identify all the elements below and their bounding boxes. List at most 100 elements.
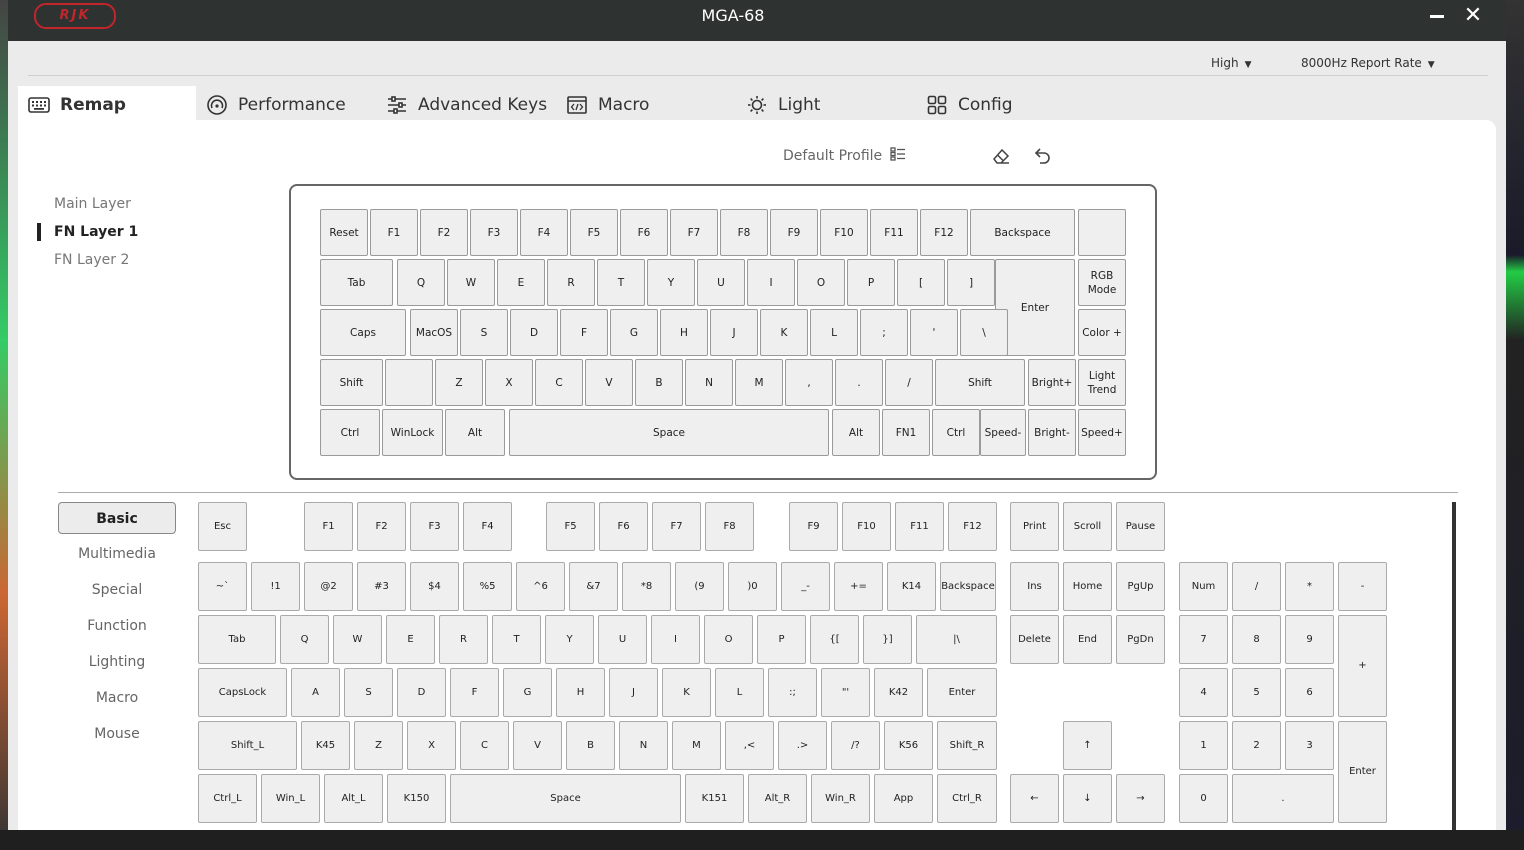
minimize-button[interactable] bbox=[1428, 6, 1448, 26]
picker-key-print-r1-13[interactable]: Print bbox=[1010, 502, 1059, 551]
picker-key-f9-r1-9[interactable]: F9 bbox=[789, 502, 838, 551]
picker-key-n-r5-7[interactable]: N bbox=[619, 721, 668, 770]
tab-advanced-keys[interactable]: Advanced Keys bbox=[386, 86, 547, 124]
upper-key-f3-r1[interactable]: F3 bbox=[470, 209, 518, 256]
upper-key-f4-r1[interactable]: F4 bbox=[520, 209, 568, 256]
picker-key-app-r6-8[interactable]: App bbox=[874, 774, 933, 823]
picker-key-k42-r4-12[interactable]: K42 bbox=[874, 668, 923, 717]
upper-key-s-r3[interactable]: S bbox=[460, 309, 508, 356]
picker-key-v-r5-5[interactable]: V bbox=[513, 721, 562, 770]
picker-key---r5-9[interactable]: ,< bbox=[725, 721, 774, 770]
tab-macro[interactable]: Macro bbox=[566, 86, 649, 124]
tab-config[interactable]: Config bbox=[926, 86, 1013, 124]
picker-key-h-r4-6[interactable]: H bbox=[556, 668, 605, 717]
upper-key-f1-r1[interactable]: F1 bbox=[370, 209, 418, 256]
upper-key-ctrl-r5[interactable]: Ctrl bbox=[320, 409, 380, 456]
eraser-button[interactable] bbox=[991, 146, 1011, 166]
close-button[interactable]: ✕ bbox=[1461, 4, 1485, 28]
tab-remap[interactable]: Remap bbox=[18, 86, 196, 124]
picker-key---r3-11[interactable]: {[ bbox=[810, 615, 859, 664]
picker-key-f-r4-4[interactable]: F bbox=[450, 668, 499, 717]
upper-key-speed--r5[interactable]: Speed+ bbox=[1078, 409, 1126, 456]
picker-key-x-r5-3[interactable]: X bbox=[407, 721, 456, 770]
picker-key-delete-r3-14[interactable]: Delete bbox=[1010, 615, 1059, 664]
category-mouse[interactable]: Mouse bbox=[58, 718, 176, 750]
upper-key-reset-r1[interactable]: Reset bbox=[320, 209, 368, 256]
picker-key-a-r4-1[interactable]: A bbox=[291, 668, 340, 717]
picker-key-f8-r1-8[interactable]: F8 bbox=[705, 502, 754, 551]
picker-key-q-r3-1[interactable]: Q bbox=[280, 615, 329, 664]
picker-key-b-r5-6[interactable]: B bbox=[566, 721, 615, 770]
picker-key-s-r4-2[interactable]: S bbox=[344, 668, 393, 717]
picker-key---r2-20[interactable]: * bbox=[1285, 562, 1334, 611]
report-rate-dropdown[interactable]: 8000Hz Report Rate ▼ bbox=[1301, 55, 1435, 71]
upper-key---r4[interactable]: , bbox=[785, 359, 833, 406]
picker-key---r2-19[interactable]: / bbox=[1232, 562, 1281, 611]
picker-key-w-r3-2[interactable]: W bbox=[333, 615, 382, 664]
layer-fn2[interactable]: FN Layer 2 bbox=[54, 252, 129, 268]
picker-key-u-r3-7[interactable]: U bbox=[598, 615, 647, 664]
upper-key-g-r3[interactable]: G bbox=[610, 309, 658, 356]
picker-key-space-r6-4[interactable]: Space bbox=[450, 774, 681, 823]
upper-key-shift-r4[interactable]: Shift bbox=[935, 359, 1025, 406]
picker-key-6-r4-16[interactable]: 6 bbox=[1285, 668, 1334, 717]
picker-key-enter-r4-13[interactable]: Enter bbox=[927, 668, 997, 717]
upper-key-l-r3[interactable]: L bbox=[810, 309, 858, 356]
picker-key-e-r3-3[interactable]: E bbox=[386, 615, 435, 664]
upper-key-f10-r1[interactable]: F10 bbox=[820, 209, 868, 256]
profile-selector[interactable]: Default Profile bbox=[783, 147, 906, 165]
upper-key-j-r3[interactable]: J bbox=[710, 309, 758, 356]
picker-key-9-r3-19[interactable]: 9 bbox=[1285, 615, 1334, 664]
picker-key-4-r4-14[interactable]: 4 bbox=[1179, 668, 1228, 717]
upper-key-caps-r3[interactable]: Caps bbox=[320, 309, 406, 356]
picker-key---r5-14[interactable]: ↑ bbox=[1063, 721, 1112, 770]
picker-key--1-r2-1[interactable]: !1 bbox=[251, 562, 300, 611]
picker-key-5-r4-15[interactable]: 5 bbox=[1232, 668, 1281, 717]
layer-fn1[interactable]: FN Layer 1 bbox=[54, 224, 138, 240]
upper-key---r2[interactable]: ] bbox=[947, 259, 995, 306]
picker-key---r2-0[interactable]: ~` bbox=[198, 562, 247, 611]
upper-key-shift-r4[interactable]: Shift bbox=[320, 359, 383, 406]
upper-key-blank-r4[interactable] bbox=[385, 359, 433, 406]
picker-key-win-l-r6-1[interactable]: Win_L bbox=[261, 774, 320, 823]
picker-key-f10-r1-10[interactable]: F10 bbox=[842, 502, 891, 551]
upper-key-v-r4[interactable]: V bbox=[585, 359, 633, 406]
category-macro[interactable]: Macro bbox=[58, 682, 176, 714]
picker-key-alt-l-r6-2[interactable]: Alt_L bbox=[324, 774, 383, 823]
upper-key-q-r2[interactable]: Q bbox=[397, 259, 445, 306]
picker-key-0-r6-13[interactable]: 0 bbox=[1179, 774, 1228, 823]
picker-key--6-r2-6[interactable]: ^6 bbox=[516, 562, 565, 611]
picker-key--5-r2-5[interactable]: %5 bbox=[463, 562, 512, 611]
picker-key-f11-r1-11[interactable]: F11 bbox=[895, 502, 944, 551]
upper-key-m-r4[interactable]: M bbox=[735, 359, 783, 406]
picker-key---r5-11[interactable]: /? bbox=[831, 721, 880, 770]
picker-key---r5-10[interactable]: .> bbox=[778, 721, 827, 770]
picker-key-scroll-r1-14[interactable]: Scroll bbox=[1063, 502, 1112, 551]
upper-key-w-r2[interactable]: W bbox=[447, 259, 495, 306]
picker-key---r3-20[interactable]: + bbox=[1338, 615, 1387, 717]
picker-key-g-r4-5[interactable]: G bbox=[503, 668, 552, 717]
picker-key--8-r2-8[interactable]: *8 bbox=[622, 562, 671, 611]
upper-key-z-r4[interactable]: Z bbox=[435, 359, 483, 406]
upper-key-f5-r1[interactable]: F5 bbox=[570, 209, 618, 256]
upper-key-bright--r4[interactable]: Bright+ bbox=[1028, 359, 1076, 406]
picker-key---r6-10[interactable]: ← bbox=[1010, 774, 1059, 823]
picker-key-num-r2-18[interactable]: Num bbox=[1179, 562, 1228, 611]
picker-key---r2-12[interactable]: += bbox=[834, 562, 883, 611]
picker-key---r3-12[interactable]: }] bbox=[863, 615, 912, 664]
picker-key-o-r3-9[interactable]: O bbox=[704, 615, 753, 664]
picker-key-f6-r1-6[interactable]: F6 bbox=[599, 502, 648, 551]
picker-key-k56-r5-12[interactable]: K56 bbox=[884, 721, 933, 770]
picker-key-8-r3-18[interactable]: 8 bbox=[1232, 615, 1281, 664]
upper-key-f7-r1[interactable]: F7 bbox=[670, 209, 718, 256]
picker-key-i-r3-8[interactable]: I bbox=[651, 615, 700, 664]
polling-dropdown[interactable]: High ▼ bbox=[1211, 55, 1252, 71]
picker-key---r3-13[interactable]: |\ bbox=[916, 615, 997, 664]
category-lighting[interactable]: Lighting bbox=[58, 646, 176, 678]
picker-key---r2-21[interactable]: - bbox=[1338, 562, 1387, 611]
upper-key---r4[interactable]: . bbox=[835, 359, 883, 406]
picker-key-ctrl-l-r6-0[interactable]: Ctrl_L bbox=[198, 774, 257, 823]
picker-key-alt-r-r6-6[interactable]: Alt_R bbox=[748, 774, 807, 823]
picker-key-r-r3-4[interactable]: R bbox=[439, 615, 488, 664]
picker-key-shift-r-r5-13[interactable]: Shift_R bbox=[937, 721, 997, 770]
